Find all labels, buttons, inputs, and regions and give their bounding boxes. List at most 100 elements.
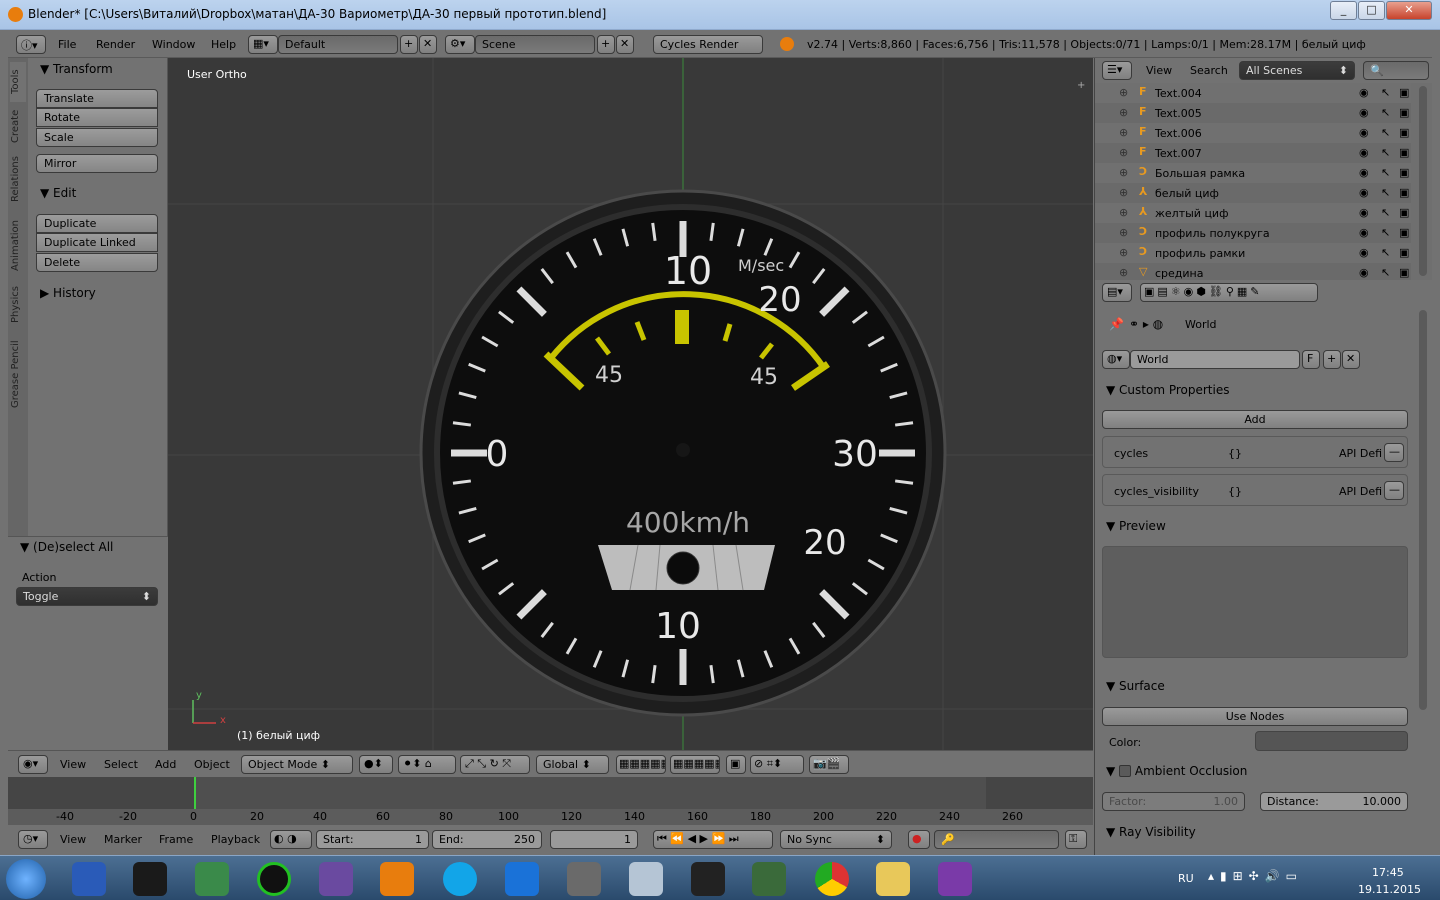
world-name-field[interactable]: World	[1130, 350, 1300, 369]
chrome-app-icon[interactable]	[815, 862, 849, 896]
ao-header[interactable]: ▼ Ambient Occlusion	[1106, 764, 1247, 778]
fake-user-button[interactable]: F	[1302, 350, 1320, 369]
pivot-select-icon[interactable]: ⚫⬍ ⌂	[398, 755, 456, 774]
editor-app-icon[interactable]	[567, 862, 601, 896]
start-frame-field[interactable]: Start: 1	[316, 830, 429, 849]
renderable-camera-icon[interactable]: ▣	[1399, 186, 1409, 199]
manipulator-icons[interactable]: ⤢ ⤡ ↻ ⤧	[460, 755, 530, 774]
maximize-button[interactable]: □	[1358, 1, 1385, 20]
menu-select[interactable]: Select	[104, 758, 138, 771]
selectable-cursor-icon[interactable]: ↖	[1381, 226, 1390, 239]
selectable-cursor-icon[interactable]: ↖	[1381, 186, 1390, 199]
renderable-camera-icon[interactable]: ▣	[1399, 126, 1409, 139]
tab-animation[interactable]: Animation	[10, 216, 26, 276]
add-layout-icon[interactable]: +	[400, 35, 418, 54]
expand-icon[interactable]: ⊕	[1119, 246, 1128, 259]
language-indicator[interactable]: RU	[1178, 872, 1194, 885]
history-panel-header[interactable]: ▶ History	[40, 286, 96, 300]
visibility-eye-icon[interactable]: ◉	[1359, 166, 1369, 179]
editor-type-props-button[interactable]: ▤▾	[1102, 283, 1132, 302]
selectable-cursor-icon[interactable]: ↖	[1381, 86, 1390, 99]
scale-button[interactable]: Scale	[36, 128, 158, 147]
outliner-item-label[interactable]: Text.004	[1155, 87, 1202, 100]
expand-icon[interactable]: ⊕	[1119, 166, 1128, 179]
outliner-row[interactable]: ⊕ ▽ средина ◉ ↖ ▣	[1095, 263, 1411, 280]
editor-type-outliner-button[interactable]: ☰▾	[1102, 61, 1132, 80]
use-nodes-button[interactable]: Use Nodes	[1102, 707, 1408, 726]
outliner-row[interactable]: ⊕ Ↄпрофиль полукруга ◉ ↖ ▣	[1095, 223, 1411, 243]
mode-select[interactable]: Object Mode ⬍	[241, 755, 353, 774]
visual-studio-app-icon[interactable]	[938, 862, 972, 896]
add-property-button[interactable]: Add	[1102, 410, 1408, 429]
expand-icon[interactable]: ⊕	[1119, 186, 1128, 199]
save-app-icon[interactable]	[72, 862, 106, 896]
color-swatch[interactable]	[1255, 731, 1408, 751]
expand-icon[interactable]: ⊕	[1119, 146, 1128, 159]
layers-grid-1[interactable]: ▦▦▦▦▦	[616, 755, 666, 774]
scene-select[interactable]: Scene	[475, 35, 595, 54]
mirror-button[interactable]: Mirror	[36, 154, 158, 173]
preview-header[interactable]: ▼ Preview	[1106, 519, 1166, 533]
vs-app-icon[interactable]	[319, 862, 353, 896]
menu-window[interactable]: Window	[152, 38, 195, 51]
shading-select-icon[interactable]: ●⬍	[359, 755, 393, 774]
blender-taskbar-icon[interactable]	[380, 862, 414, 896]
duplicate-linked-button[interactable]: Duplicate Linked	[36, 233, 158, 252]
menu-marker[interactable]: Marker	[104, 833, 142, 846]
ao-checkbox[interactable]	[1119, 765, 1132, 777]
add-world-icon[interactable]: +	[1323, 350, 1341, 369]
outliner-row[interactable]: ⊕ F Text.004 ◉ ↖ ▣	[1095, 83, 1411, 103]
menu-help[interactable]: Help	[211, 38, 236, 51]
ao-distance-field[interactable]: Distance: 10.000	[1260, 792, 1408, 811]
playback-controls[interactable]: ⏮ ⏪ ◀ ▶ ⏩ ⏭	[653, 830, 773, 849]
editor-type-timeline-button[interactable]: ◷▾	[18, 830, 48, 849]
visibility-eye-icon[interactable]: ◉	[1359, 146, 1369, 159]
menu-playback[interactable]: Playback	[211, 833, 260, 846]
visibility-eye-icon[interactable]: ◉	[1359, 186, 1369, 199]
properties-toggle-icon[interactable]: +	[1077, 80, 1087, 91]
dropbox-app-icon[interactable]	[505, 862, 539, 896]
selectable-cursor-icon[interactable]: ↖	[1381, 146, 1390, 159]
add-scene-icon[interactable]: +	[597, 35, 615, 54]
snap-icons[interactable]: ⊘ ⌗⬍	[750, 755, 804, 774]
renderable-camera-icon[interactable]: ▣	[1399, 206, 1409, 219]
visibility-eye-icon[interactable]: ◉	[1359, 266, 1369, 279]
visibility-eye-icon[interactable]: ◉	[1359, 246, 1369, 259]
editor-type-button[interactable]: ⓘ▾	[16, 35, 46, 54]
current-frame-field[interactable]: 1	[550, 830, 638, 849]
properties-scrollbar[interactable]	[1419, 310, 1427, 710]
layout-select[interactable]: Default	[278, 35, 398, 54]
renderable-camera-icon[interactable]: ▣	[1399, 86, 1409, 99]
menu-object[interactable]: Object	[194, 758, 230, 771]
rotate-button[interactable]: Rotate	[36, 108, 158, 127]
context-tabs[interactable]: ▣▤⚛◉⬢⛓⚲▦✎	[1140, 283, 1318, 302]
timeline[interactable]: -40 -20 0 20 40 60 80 100 120 140 160 18…	[8, 777, 1093, 825]
power-app-icon[interactable]	[257, 862, 291, 896]
renderable-camera-icon[interactable]: ▣	[1399, 266, 1409, 279]
selectable-cursor-icon[interactable]: ↖	[1381, 166, 1390, 179]
outliner-row[interactable]: ⊕ F Text.006 ◉ ↖ ▣	[1095, 123, 1411, 143]
render-preview-icons[interactable]: 📷🎬	[809, 755, 849, 774]
visibility-eye-icon[interactable]: ◉	[1359, 206, 1369, 219]
renderable-camera-icon[interactable]: ▣	[1399, 106, 1409, 119]
tab-physics[interactable]: Physics	[10, 282, 26, 328]
tab-create[interactable]: Create	[10, 106, 26, 146]
translate-button[interactable]: Translate	[36, 89, 158, 108]
outliner-item-label[interactable]: профиль рамки	[1155, 247, 1245, 260]
menu-file[interactable]: File	[58, 38, 76, 51]
start-button[interactable]	[6, 859, 46, 899]
tab-grease-pencil[interactable]: Grease Pencil	[10, 336, 26, 412]
world-browse-icon[interactable]: ◍▾	[1102, 350, 1130, 369]
sync-select[interactable]: No Sync ⬍	[780, 830, 892, 849]
paint-app-icon[interactable]	[629, 862, 663, 896]
expand-icon[interactable]: ⊕	[1119, 266, 1128, 279]
renderable-camera-icon[interactable]: ▣	[1399, 166, 1409, 179]
edit-panel-header[interactable]: ▼ Edit	[40, 186, 76, 200]
keying-set-field[interactable]: 🔑	[934, 830, 1059, 849]
outliner-item-label[interactable]: Text.007	[1155, 147, 1202, 160]
outliner-item-label[interactable]: белый циф	[1155, 187, 1219, 200]
remove-scene-icon[interactable]: ✕	[616, 35, 634, 54]
outliner-item-label[interactable]: Text.006	[1155, 127, 1202, 140]
tab-relations[interactable]: Relations	[10, 152, 26, 206]
renderable-camera-icon[interactable]: ▣	[1399, 246, 1409, 259]
